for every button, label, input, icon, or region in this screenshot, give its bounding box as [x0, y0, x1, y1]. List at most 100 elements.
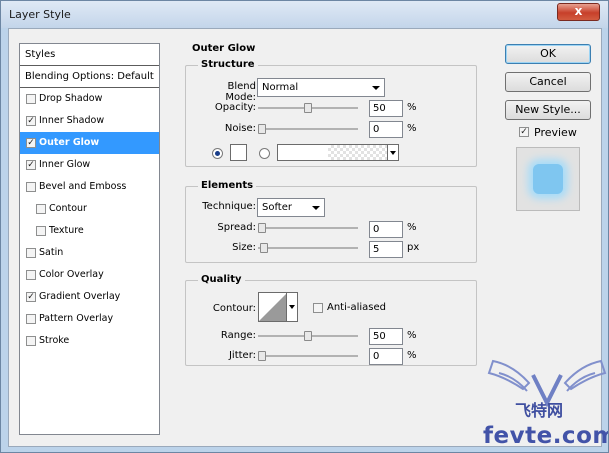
- style-item-label: Stroke: [39, 335, 70, 346]
- size-slider-thumb[interactable]: [260, 243, 268, 253]
- style-item-label: Contour: [49, 203, 87, 214]
- chevron-down-icon: [390, 151, 396, 155]
- size-input[interactable]: 5: [369, 241, 403, 258]
- contour-dropdown[interactable]: [286, 293, 297, 321]
- chevron-down-icon: [312, 206, 320, 210]
- style-checkbox[interactable]: [26, 314, 36, 324]
- contour-picker[interactable]: [258, 292, 298, 322]
- style-items: Drop Shadow ✓ Inner Shadow ✓ Outer Glow ✓ Inne…: [20, 88, 159, 352]
- anti-aliased-checkbox[interactable]: [313, 303, 323, 313]
- style-item-outer-glow[interactable]: ✓ Outer Glow: [20, 132, 159, 154]
- style-checkbox[interactable]: ✓: [26, 292, 36, 302]
- style-item-bevel-and-emboss[interactable]: Bevel and Emboss: [20, 176, 159, 198]
- spread-unit: %: [407, 222, 417, 233]
- style-checkbox[interactable]: [26, 336, 36, 346]
- style-item-contour[interactable]: Contour: [20, 198, 159, 220]
- opacity-slider[interactable]: [258, 103, 358, 113]
- range-slider[interactable]: [258, 331, 358, 341]
- technique-value: Softer: [262, 202, 292, 213]
- style-item-label: Gradient Overlay: [39, 291, 121, 302]
- style-checkbox[interactable]: ✓: [26, 138, 36, 148]
- title-bar: Layer Style x: [1, 1, 608, 28]
- structure-label: Structure: [198, 59, 258, 70]
- style-checkbox[interactable]: [26, 270, 36, 280]
- structure-group: Structure Blend Mode: Normal Opacity: 50…: [185, 59, 477, 167]
- blending-options-item[interactable]: Blending Options: Default: [20, 66, 159, 88]
- dialog-content: Styles Blending Options: Default Drop Sh…: [8, 28, 608, 449]
- jitter-label: Jitter:: [228, 350, 256, 361]
- quality-group: Quality Contour: Anti-aliased Range: 50 …: [185, 274, 477, 366]
- watermark-domain: fevte.com: [483, 423, 609, 449]
- size-unit: px: [407, 242, 420, 253]
- style-item-pattern-overlay[interactable]: Pattern Overlay: [20, 308, 159, 330]
- quality-label: Quality: [198, 274, 245, 285]
- size-slider[interactable]: [258, 243, 358, 253]
- jitter-slider[interactable]: [258, 351, 358, 361]
- style-checkbox[interactable]: [36, 226, 46, 236]
- style-item-texture[interactable]: Texture: [20, 220, 159, 242]
- gradient-radio[interactable]: [259, 148, 270, 159]
- range-slider-thumb[interactable]: [304, 331, 312, 341]
- noise-unit: %: [407, 123, 417, 134]
- spread-input[interactable]: 0: [369, 221, 403, 238]
- style-item-label: Inner Shadow: [39, 115, 105, 126]
- style-item-drop-shadow[interactable]: Drop Shadow: [20, 88, 159, 110]
- solid-color-radio[interactable]: [212, 148, 223, 159]
- spread-slider-track: [258, 227, 358, 229]
- elements-group: Elements Technique: Softer Spread: 0 % S…: [185, 180, 477, 263]
- chevron-down-icon: [372, 86, 380, 90]
- opacity-input[interactable]: 50: [369, 100, 403, 117]
- spread-label: Spread:: [217, 222, 256, 233]
- jitter-slider-track: [258, 355, 358, 357]
- style-item-label: Outer Glow: [39, 137, 100, 148]
- glow-color-swatch[interactable]: [230, 144, 247, 161]
- style-item-label: Satin: [39, 247, 64, 258]
- style-item-gradient-overlay[interactable]: ✓ Gradient Overlay: [20, 286, 159, 308]
- jitter-unit: %: [407, 350, 417, 361]
- opacity-slider-thumb[interactable]: [304, 103, 312, 113]
- styles-header[interactable]: Styles: [20, 44, 159, 66]
- style-checkbox[interactable]: [26, 248, 36, 258]
- preview-glow-sample: [533, 164, 563, 194]
- style-checkbox[interactable]: [26, 94, 36, 104]
- style-item-inner-glow[interactable]: ✓ Inner Glow: [20, 154, 159, 176]
- watermark: 飞特网 fevte.com: [483, 351, 609, 451]
- watermark-logo-text: 飞特网: [515, 401, 564, 420]
- opacity-unit: %: [407, 102, 417, 113]
- gradient-picker[interactable]: [277, 144, 399, 161]
- noise-slider[interactable]: [258, 124, 358, 134]
- size-slider-track: [258, 247, 358, 249]
- jitter-slider-thumb[interactable]: [258, 351, 266, 361]
- style-item-satin[interactable]: Satin: [20, 242, 159, 264]
- blend-mode-select[interactable]: Normal: [257, 78, 385, 97]
- style-item-label: Bevel and Emboss: [39, 181, 127, 192]
- contour-linear-icon: [259, 293, 287, 321]
- style-checkbox[interactable]: [36, 204, 46, 214]
- style-item-color-overlay[interactable]: Color Overlay: [20, 264, 159, 286]
- jitter-input[interactable]: 0: [369, 348, 403, 365]
- cancel-button[interactable]: Cancel: [505, 72, 591, 92]
- close-button[interactable]: x: [557, 3, 600, 21]
- blend-mode-value: Normal: [262, 82, 299, 93]
- style-item-label: Color Overlay: [39, 269, 104, 280]
- range-input[interactable]: 50: [369, 328, 403, 345]
- noise-label: Noise:: [224, 123, 256, 134]
- spread-slider-thumb[interactable]: [258, 223, 266, 233]
- anti-aliased-label: Anti-aliased: [327, 302, 387, 313]
- style-item-label: Texture: [49, 225, 84, 236]
- technique-select[interactable]: Softer: [257, 198, 325, 217]
- ok-button[interactable]: OK: [505, 44, 591, 64]
- style-checkbox[interactable]: ✓: [26, 160, 36, 170]
- style-item-inner-shadow[interactable]: ✓ Inner Shadow: [20, 110, 159, 132]
- noise-input[interactable]: 0: [369, 121, 403, 138]
- size-label: Size:: [232, 242, 256, 253]
- style-checkbox[interactable]: [26, 182, 36, 192]
- noise-slider-thumb[interactable]: [258, 124, 266, 134]
- new-style-button[interactable]: New Style...: [505, 100, 591, 120]
- gradient-dropdown[interactable]: [387, 145, 398, 160]
- style-checkbox[interactable]: ✓: [26, 116, 36, 126]
- spread-slider[interactable]: [258, 223, 358, 233]
- style-item-stroke[interactable]: Stroke: [20, 330, 159, 352]
- preview-checkbox[interactable]: ✓: [519, 127, 529, 137]
- opacity-label: Opacity:: [214, 102, 256, 113]
